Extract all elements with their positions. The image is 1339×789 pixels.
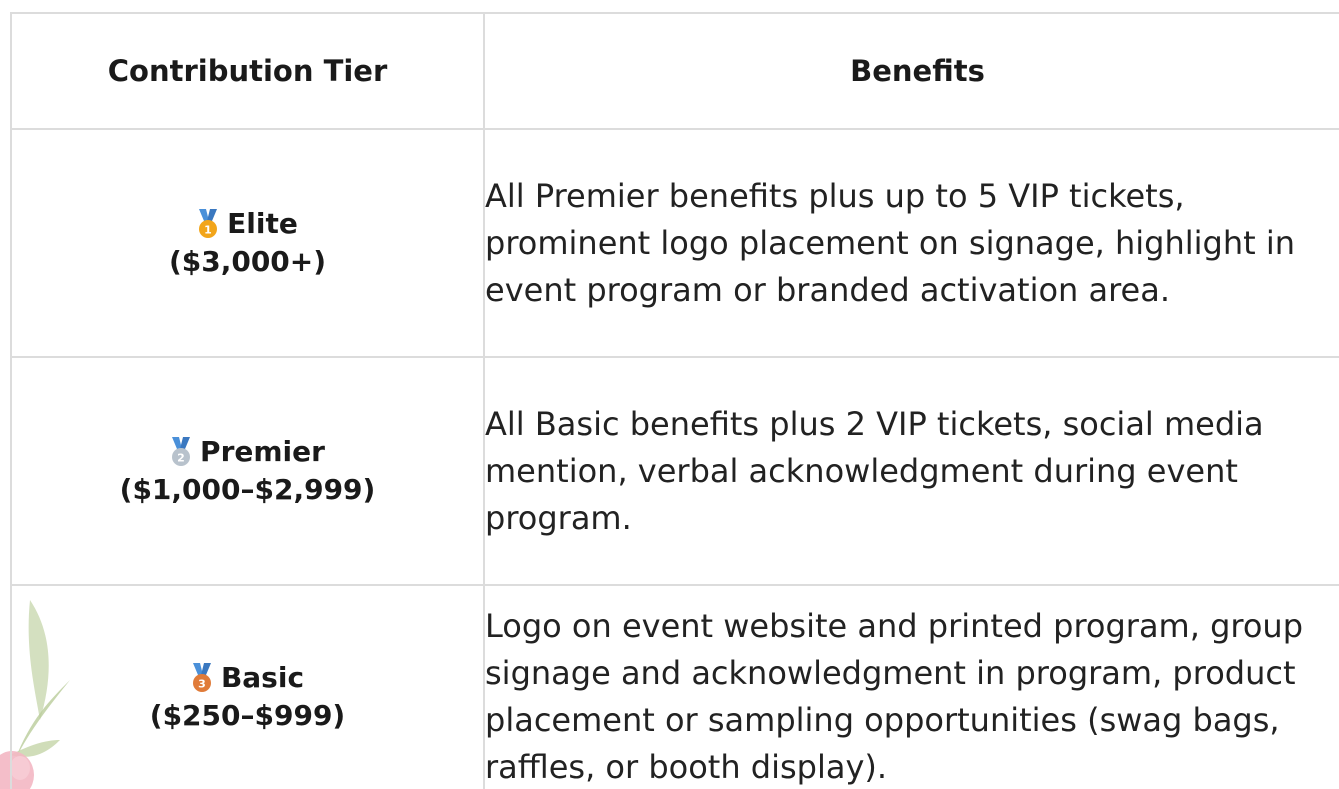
silver-medal-icon: 2	[172, 437, 191, 466]
svg-text:3: 3	[198, 678, 206, 691]
benefits-cell: All Basic benefits plus 2 VIP tickets, s…	[483, 356, 1339, 586]
svg-text:1: 1	[204, 224, 212, 237]
sponsorship-tiers-table: Contribution Tier Benefits 1 Elite ($3,0…	[10, 12, 1339, 789]
header-contribution-tier: Contribution Tier	[10, 12, 485, 130]
header-benefits: Benefits	[483, 12, 1339, 130]
benefits-cell: Logo on event website and printed progra…	[483, 584, 1339, 789]
tier-amount: ($3,000+)	[168, 245, 327, 278]
benefits-cell: All Premier benefits plus up to 5 VIP ti…	[483, 128, 1339, 358]
tier-name: Elite	[227, 207, 298, 240]
tier-amount: ($250–$999)	[149, 699, 346, 732]
tier-cell: 2 Premier ($1,000–$2,999)	[10, 356, 485, 586]
page: Contribution Tier Benefits 1 Elite ($3,0…	[0, 0, 1339, 789]
bronze-medal-icon: 3	[192, 663, 211, 692]
tier-cell: 3 Basic ($250–$999)	[10, 584, 485, 789]
table-row: 2 Premier ($1,000–$2,999) All Basic bene…	[10, 356, 1339, 586]
table-header-row: Contribution Tier Benefits	[10, 12, 1339, 130]
svg-text:2: 2	[177, 452, 185, 465]
table-row: 3 Basic ($250–$999) Logo on event websit…	[10, 584, 1339, 789]
table-row: 1 Elite ($3,000+) All Premier benefits p…	[10, 128, 1339, 358]
tier-cell: 1 Elite ($3,000+)	[10, 128, 485, 358]
tier-name: Basic	[220, 661, 305, 694]
tier-name: Premier	[200, 435, 325, 468]
gold-medal-icon: 1	[199, 209, 218, 238]
tier-amount: ($1,000–$2,999)	[119, 473, 376, 506]
